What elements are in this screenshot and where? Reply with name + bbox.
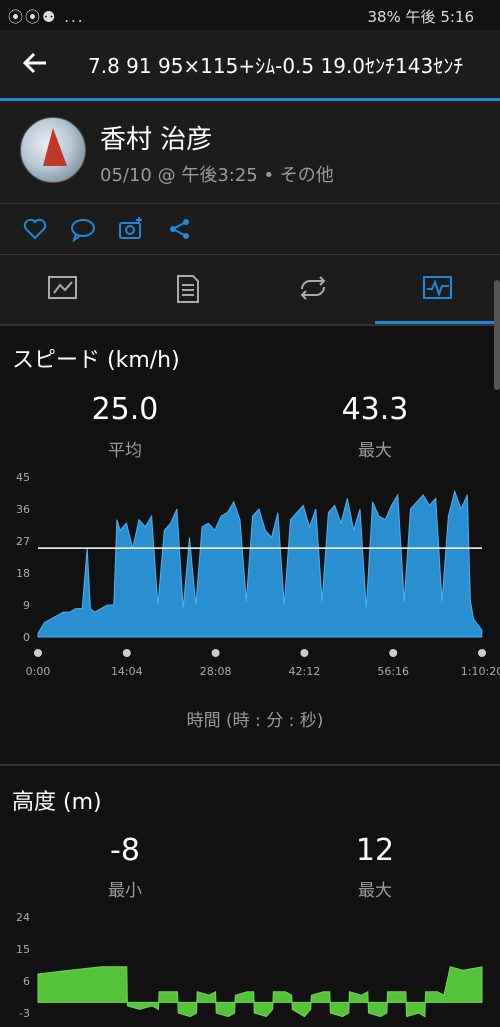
elevation-min-label: 最小 <box>108 881 142 901</box>
y-tick-label: -3 <box>19 1007 30 1020</box>
y-tick-label: 6 <box>23 975 30 988</box>
x-tick-dot <box>34 649 42 657</box>
x-tick-label: 14:04 <box>111 665 143 678</box>
scrollbar[interactable] <box>494 280 500 390</box>
y-tick-label: 24 <box>16 911 30 924</box>
action-bar <box>0 204 500 255</box>
activity-title: 7.8 91 95×115+ｼﾑ-0.5 19.0ｾﾝﾁ143ｾﾝﾁ <box>88 54 464 78</box>
back-arrow-icon[interactable] <box>20 48 50 78</box>
avatar[interactable] <box>20 117 86 183</box>
camera-add-icon[interactable] <box>118 216 144 242</box>
elevation-series-area <box>37 966 483 1018</box>
elevation-max-label: 最大 <box>358 881 392 901</box>
x-tick-label: 1:10:20 <box>461 665 500 678</box>
summary-icon <box>48 276 77 299</box>
activity-meta: 05/10 @ 午後3:25 • その他 <box>100 165 334 186</box>
x-tick-dot <box>211 649 220 657</box>
y-tick-label: 15 <box>16 943 30 956</box>
comment-icon[interactable] <box>70 216 96 242</box>
elevation-min-value: -8 <box>110 833 140 868</box>
x-tick-label: 0:00 <box>26 665 51 678</box>
speed-avg-label: 平均 <box>108 441 142 461</box>
elevation-chart: -3 6 15 24 <box>16 911 483 1020</box>
x-tick-dot <box>122 649 131 657</box>
share-icon[interactable] <box>167 216 193 242</box>
status-bar: ⦿⦿⚉ ... 38% 午後 5:16 <box>0 0 500 30</box>
heart-icon[interactable] <box>22 216 48 242</box>
y-tick-label: 9 <box>23 599 30 612</box>
laps-icon <box>300 276 326 300</box>
section-divider <box>0 764 500 766</box>
speed-title: スピード (km/h) <box>12 348 180 373</box>
status-notifications: ⦿⦿⚉ ... <box>8 8 85 26</box>
tab-details[interactable] <box>125 255 250 325</box>
y-tick-label: 27 <box>16 535 30 548</box>
y-tick-label: 36 <box>16 503 30 516</box>
x-tick-label: 42:12 <box>289 665 321 678</box>
tabs-divider <box>0 324 500 326</box>
app-bar: 7.8 91 95×115+ｼﾑ-0.5 19.0ｾﾝﾁ143ｾﾝﾁ <box>0 30 500 101</box>
speed-max-value: 43.3 <box>341 392 409 427</box>
elevation-title: 高度 (m) <box>12 790 102 815</box>
details-icon <box>177 275 199 303</box>
x-tick-dot <box>300 649 309 657</box>
speed-series-area <box>37 489 483 638</box>
status-battery-time: 38% 午後 5:16 <box>367 8 474 26</box>
x-tick-dot <box>389 649 398 657</box>
speed-max-label: 最大 <box>358 441 392 461</box>
x-tick-label: 56:16 <box>377 665 409 678</box>
x-tick-label: 28:08 <box>200 665 232 678</box>
tab-charts[interactable] <box>375 255 500 325</box>
tab-summary[interactable] <box>0 255 125 325</box>
elevation-max-value: 12 <box>355 833 395 868</box>
y-tick-label: 0 <box>23 631 30 644</box>
y-tick-label: 18 <box>16 567 30 580</box>
tab-laps[interactable] <box>250 255 375 325</box>
speed-chart: 0 9 18 27 36 45 0:00 14:04 28:08 42:12 56:16 1:10:2… <box>16 471 500 678</box>
user-name: 香村 治彦 <box>100 125 213 155</box>
charts-icon <box>423 276 452 299</box>
speed-avg-value: 25.0 <box>91 392 159 427</box>
y-tick-label: 45 <box>16 471 30 484</box>
speed-x-axis-label: 時間 (時 : 分 : 秒) <box>186 711 324 731</box>
x-tick-dot <box>478 649 486 657</box>
profile-header: 香村 治彦 05/10 @ 午後3:25 • その他 <box>0 101 500 204</box>
tab-bar <box>0 255 500 325</box>
